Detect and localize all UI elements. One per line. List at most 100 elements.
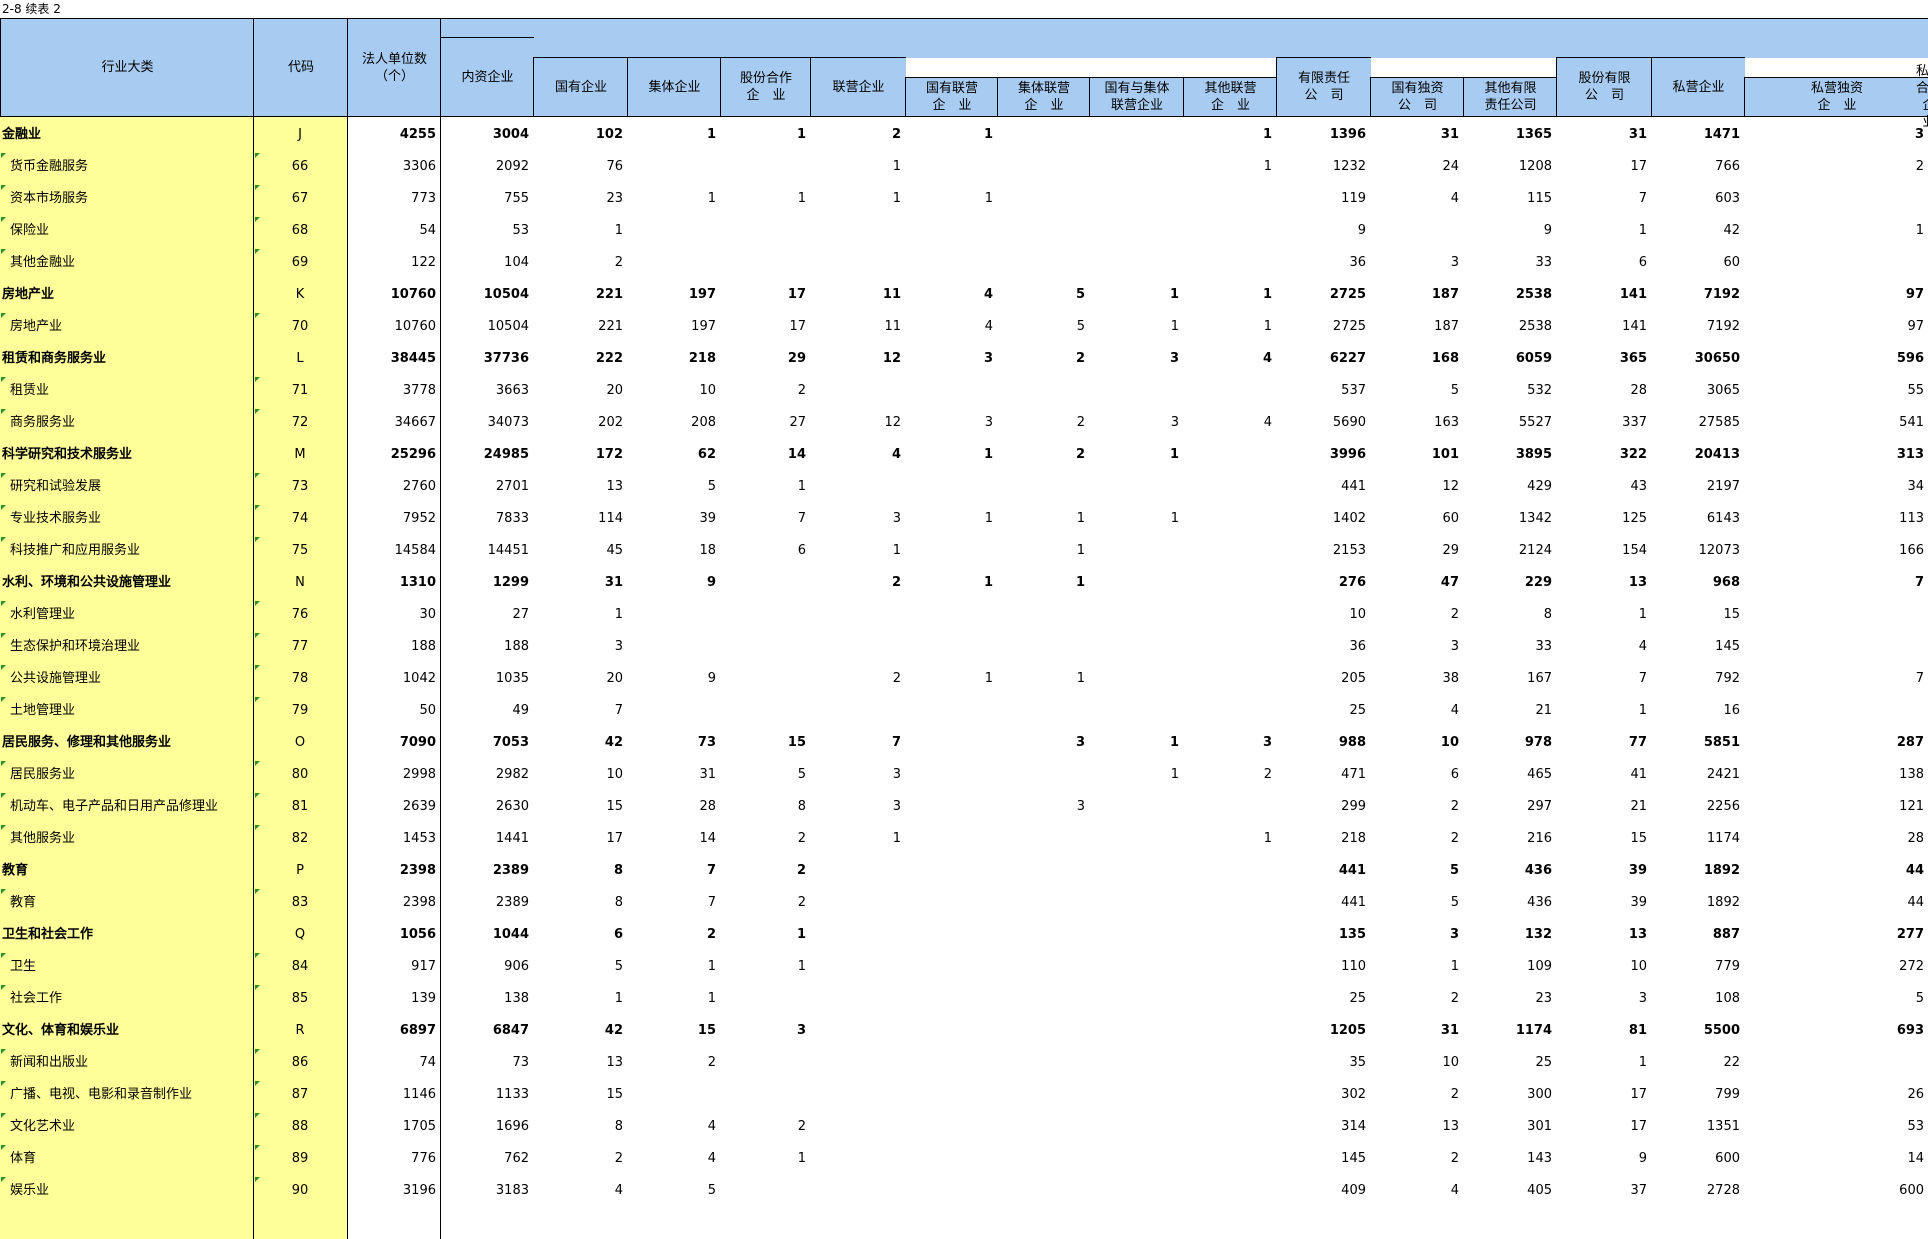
value-cell: 41	[1630, 767, 1647, 782]
header-private-sole: 私营独资 企 业	[1744, 77, 1928, 116]
value-cell	[1089, 151, 1179, 183]
value-cell: 1	[984, 191, 993, 206]
header-ltd-label: 有限责任 公 司	[1297, 71, 1350, 103]
value-cell: 2	[1075, 351, 1085, 366]
value-cell	[720, 1079, 806, 1111]
industry-code: 88	[291, 1119, 309, 1134]
value-cell: 3	[1914, 127, 1924, 142]
value-cell: 34667	[394, 415, 436, 430]
value-cell: 141	[1619, 287, 1647, 302]
value-cell	[810, 215, 901, 247]
value-cell	[1089, 887, 1179, 919]
value-cell: 5527	[1518, 415, 1552, 430]
value-cell: 287	[1896, 735, 1924, 750]
value-cell: 1	[1170, 767, 1179, 782]
value-cell: 2	[796, 863, 806, 878]
value-cell: 1342	[1518, 511, 1552, 526]
value-cell: 34	[1907, 479, 1924, 494]
value-cell: 35	[1349, 1055, 1366, 1070]
value-cell: 25	[1349, 991, 1366, 1006]
value-cell: 6	[1638, 255, 1647, 270]
cell-comment-marker	[1, 185, 6, 190]
value-cell: 1705	[402, 1119, 436, 1134]
value-cell	[1183, 791, 1272, 823]
header-group-divider	[1370, 77, 1556, 78]
value-cell: 5851	[1703, 735, 1740, 750]
value-cell: 365	[1619, 351, 1647, 366]
value-cell: 101	[1431, 447, 1459, 462]
industry-name: 教育	[2, 863, 29, 878]
value-cell: 6059	[1515, 351, 1552, 366]
value-cell	[720, 567, 806, 599]
value-cell	[997, 1079, 1085, 1111]
value-cell: 104	[504, 255, 529, 270]
value-cell: 429	[1527, 479, 1552, 494]
industry-name: 水利、环境和公共设施管理业	[2, 575, 172, 590]
value-cell: 2998	[402, 767, 436, 782]
value-cell: 322	[1619, 447, 1647, 462]
value-cell: 36	[1349, 255, 1366, 270]
header-coop-label: 股份合作 企 业	[739, 71, 792, 103]
table-caption: 2-8 续表 2	[2, 2, 61, 16]
value-cell: 62	[697, 447, 716, 462]
value-cell: 188	[504, 639, 529, 654]
industry-code: 83	[291, 895, 309, 910]
value-cell: 49	[512, 703, 529, 718]
value-cell: 792	[1715, 671, 1740, 686]
header-industry: 行业大类	[0, 18, 254, 116]
value-cell	[997, 855, 1085, 887]
value-cell: 216	[1527, 831, 1552, 846]
value-cell	[1089, 663, 1179, 695]
value-cell	[1089, 119, 1179, 151]
industry-name: 机动车、电子产品和日用产品修理业	[10, 799, 219, 814]
value-cell: 3	[892, 511, 901, 526]
value-cell: 1	[1638, 703, 1647, 718]
value-cell	[1089, 375, 1179, 407]
value-cell: 4	[1450, 1183, 1459, 1198]
value-cell: 6	[1450, 767, 1459, 782]
value-cell: 441	[1341, 479, 1366, 494]
value-cell: 1	[1170, 319, 1179, 334]
header-domestic-label: 内资企业	[461, 69, 514, 85]
value-cell: 5	[797, 767, 806, 782]
value-cell	[1183, 983, 1272, 1015]
value-cell: 13	[1628, 575, 1647, 590]
value-cell	[720, 983, 806, 1015]
value-cell: 14	[1907, 1151, 1924, 1166]
value-cell: 276	[1338, 575, 1366, 590]
value-cell: 755	[504, 191, 529, 206]
value-cell: 25	[1349, 703, 1366, 718]
value-cell: 1	[1638, 607, 1647, 622]
value-cell: 43	[1630, 479, 1647, 494]
industry-code: 84	[291, 959, 309, 974]
value-cell: 60	[1442, 511, 1459, 526]
industry-name: 新闻和出版业	[10, 1055, 89, 1070]
industry-name: 房地产业	[10, 319, 63, 334]
value-cell: 779	[1715, 959, 1740, 974]
value-cell	[810, 599, 901, 631]
value-cell	[905, 1111, 993, 1143]
value-cell: 1	[983, 447, 993, 462]
header-private-sole-label: 私营独资 企 业	[1810, 81, 1863, 113]
cell-comment-marker	[1, 409, 6, 414]
value-cell	[905, 215, 993, 247]
header-ltd: 有限责任 公 司	[1276, 57, 1371, 116]
value-cell: 114	[598, 511, 623, 526]
industry-name: 广播、电视、电影和录音制作业	[10, 1087, 193, 1102]
value-cell	[1183, 663, 1272, 695]
value-cell: 163	[1434, 415, 1459, 430]
value-cell	[1183, 951, 1272, 983]
value-cell: 917	[411, 959, 436, 974]
value-cell	[997, 1111, 1085, 1143]
value-cell: 25296	[390, 447, 436, 462]
value-cell: 1396	[1329, 127, 1366, 142]
value-cell: 135	[1338, 927, 1366, 942]
value-cell: 3	[1169, 351, 1179, 366]
value-cell: 17	[787, 287, 806, 302]
industry-code: O	[294, 735, 306, 750]
value-cell	[1089, 1015, 1179, 1047]
value-cell: 1471	[1703, 127, 1740, 142]
value-cell: 4	[1638, 639, 1647, 654]
value-cell: 7	[797, 511, 806, 526]
value-cell	[905, 375, 993, 407]
